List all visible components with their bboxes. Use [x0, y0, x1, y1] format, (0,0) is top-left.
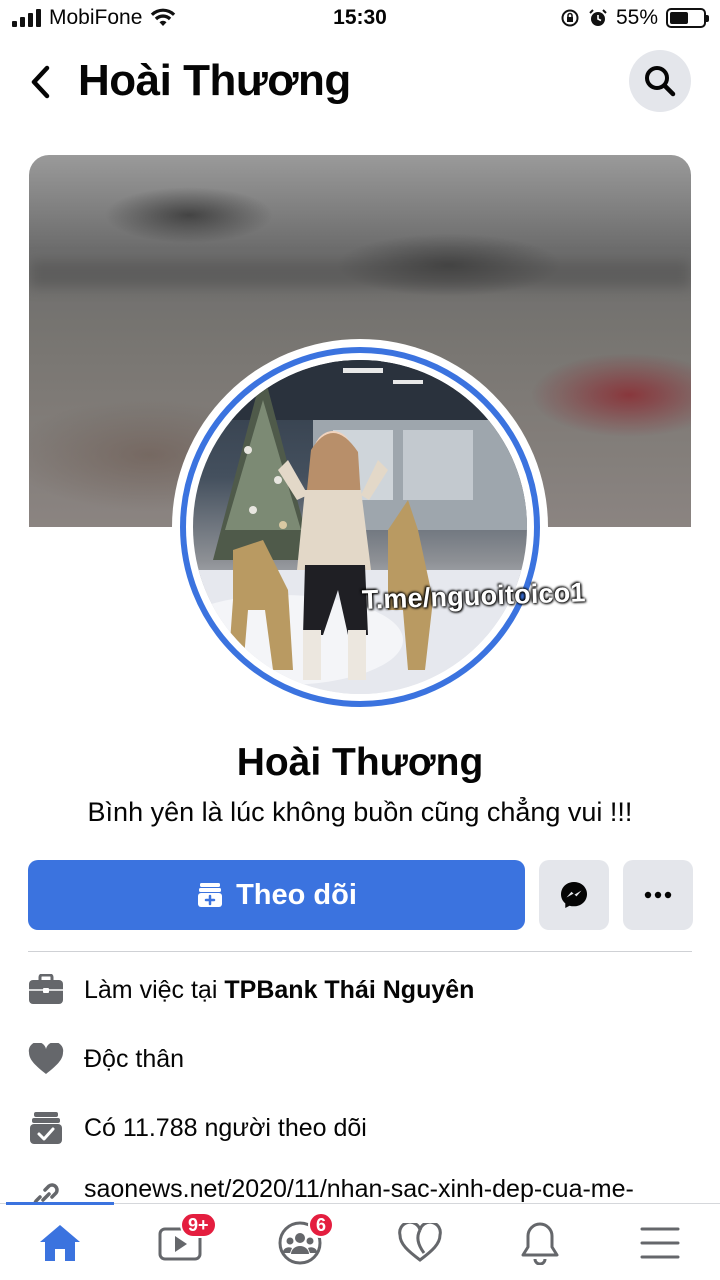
avatar-photo	[193, 360, 527, 694]
follow-button[interactable]: Theo dõi	[28, 860, 525, 930]
detail-link[interactable]: saonews.net/2020/11/nhan-sac-xinh-dep-cu…	[28, 1177, 708, 1203]
watermark-text: T.me/nguoitoico1	[361, 577, 587, 615]
more-dots-icon	[644, 891, 672, 899]
active-tab-indicator	[6, 1202, 114, 1205]
more-options-button[interactable]	[623, 860, 693, 930]
work-place[interactable]: TPBank Thái Nguyên	[224, 976, 474, 1005]
bell-icon	[521, 1222, 559, 1265]
dating-icon	[398, 1223, 442, 1262]
detail-work: Làm việc tại TPBank Thái Nguyên	[28, 970, 708, 1010]
nav-watch[interactable]: 9+	[150, 1212, 217, 1268]
profile-bio: Bình yên là lúc không buồn cũng chẳng vu…	[87, 797, 633, 827]
battery-percent: 55%	[615, 6, 658, 29]
nav-groups[interactable]: 6	[270, 1212, 335, 1268]
follow-label: Theo dõi	[236, 878, 357, 911]
section-divider	[28, 951, 692, 952]
menu-icon	[640, 1227, 680, 1259]
detail-followers: Có 11.788 người theo dõi	[28, 1108, 708, 1148]
rotation-lock-icon	[561, 9, 579, 27]
avatar-ring	[180, 347, 540, 707]
link-icon	[28, 1179, 64, 1203]
battery-icon	[666, 8, 709, 28]
nav-menu[interactable]	[630, 1218, 690, 1268]
followers-count[interactable]: Có 11.788 người theo dõi	[84, 1114, 367, 1143]
followers-icon	[28, 1110, 64, 1146]
detail-relationship: Độc thân	[28, 1039, 708, 1079]
nav-home[interactable]	[30, 1218, 90, 1268]
messenger-button[interactable]	[539, 860, 609, 930]
search-icon	[645, 66, 676, 97]
back-button[interactable]	[22, 60, 58, 104]
profile-name: Hoài Thương	[236, 741, 484, 784]
nav-notifications[interactable]	[510, 1218, 570, 1268]
follow-icon	[198, 883, 223, 907]
page-title: Hoài Thương	[78, 56, 351, 105]
website-link[interactable]: saonews.net/2020/11/nhan-sac-xinh-dep-cu…	[84, 1177, 634, 1203]
groups-badge: 6	[308, 1212, 335, 1238]
bottom-nav: 9+ 6	[0, 1202, 720, 1280]
heart-icon	[28, 1041, 64, 1077]
relationship-status: Độc thân	[84, 1044, 185, 1073]
alarm-icon	[589, 9, 607, 26]
back-arrow-icon	[31, 65, 50, 99]
watch-badge: 9+	[180, 1212, 217, 1238]
messenger-icon	[561, 882, 587, 908]
profile-header: Hoài Thương	[0, 42, 720, 122]
search-button[interactable]	[629, 50, 691, 112]
briefcase-icon	[28, 972, 64, 1008]
home-icon	[40, 1225, 80, 1261]
profile-picture[interactable]	[172, 339, 548, 715]
nav-dating[interactable]	[390, 1218, 450, 1268]
status-bar: MobiFone 15:30 55%	[0, 0, 720, 36]
work-prefix: Làm việc tại	[84, 975, 218, 1004]
status-right: 55%	[560, 6, 709, 30]
